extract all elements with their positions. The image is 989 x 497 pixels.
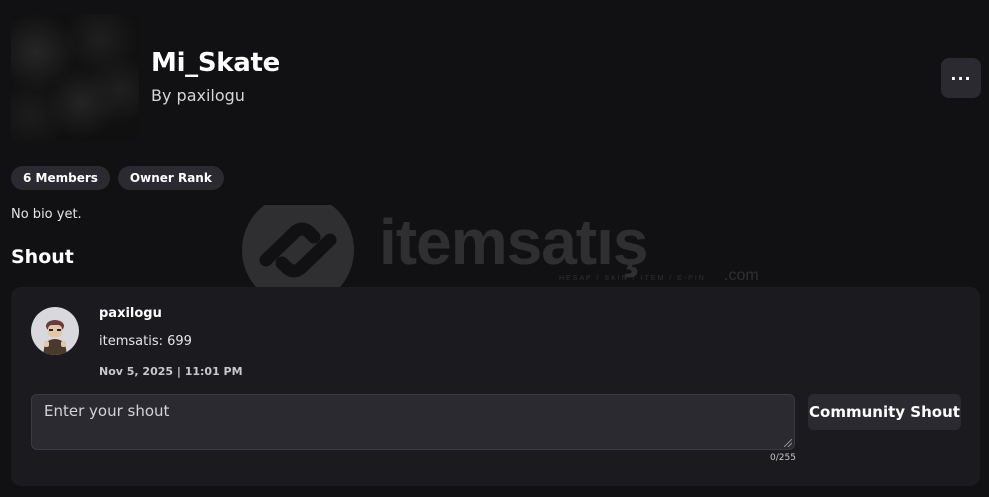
watermark-link-icon bbox=[242, 194, 354, 306]
shout-card: paxilogu itemsatis: 699 Nov 5, 2025 | 11… bbox=[11, 287, 980, 486]
ellipsis-icon: ... bbox=[950, 65, 972, 84]
group-icon-image bbox=[11, 14, 139, 141]
watermark-logo: itemsatış HESAP / SKIN / ITEM / E-PIN .c… bbox=[236, 194, 759, 306]
group-bio: No bio yet. bbox=[11, 207, 82, 222]
watermark-brand: itemsatış bbox=[379, 206, 648, 278]
shout-message: itemsatis: 699 bbox=[99, 334, 192, 349]
shout-author[interactable]: paxilogu bbox=[99, 306, 162, 321]
shout-input-wrapper bbox=[31, 394, 795, 450]
community-shout-button[interactable]: Community Shout bbox=[808, 394, 961, 430]
shout-timestamp: Nov 5, 2025 | 11:01 PM bbox=[99, 365, 243, 378]
group-owner: By paxilogu bbox=[151, 86, 245, 105]
author-avatar[interactable] bbox=[31, 307, 79, 355]
avatar-character-icon bbox=[43, 320, 67, 355]
owner-name-link[interactable]: paxilogu bbox=[177, 86, 245, 105]
more-options-button[interactable]: ... bbox=[941, 58, 981, 98]
character-counter: 0/255 bbox=[770, 453, 796, 463]
watermark-suffix: .com bbox=[724, 267, 759, 284]
watermark-tagline: HESAP / SKIN / ITEM / E-PIN bbox=[559, 275, 706, 282]
resize-handle-icon[interactable] bbox=[784, 439, 792, 447]
shout-section-title: Shout bbox=[11, 246, 74, 268]
group-stats: 6 Members Owner Rank bbox=[11, 166, 224, 190]
owner-prefix: By bbox=[151, 86, 177, 105]
group-title: Mi_Skate bbox=[151, 48, 281, 78]
members-pill: 6 Members bbox=[11, 166, 110, 190]
shout-input[interactable] bbox=[32, 395, 794, 449]
rank-pill: Owner Rank bbox=[117, 166, 224, 190]
